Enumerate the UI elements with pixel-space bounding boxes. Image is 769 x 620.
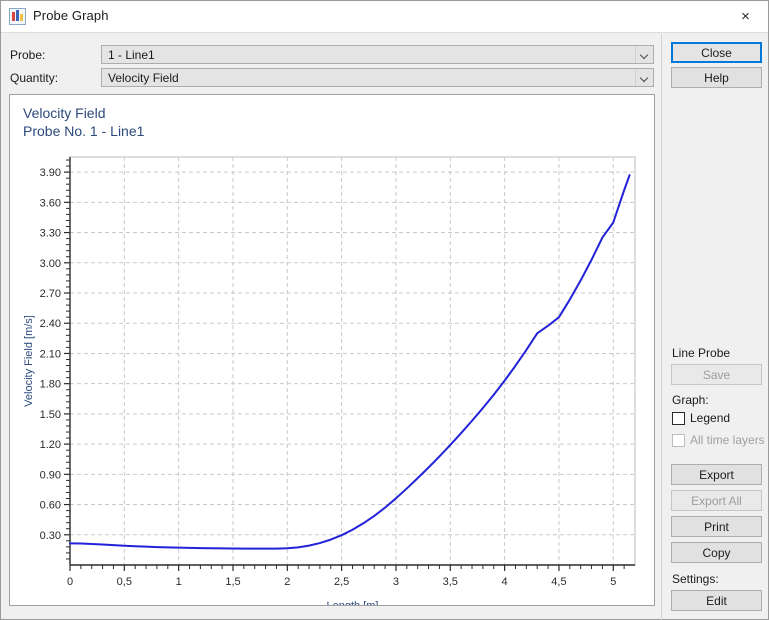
svg-text:2.70: 2.70 [40, 288, 61, 300]
svg-text:3.60: 3.60 [40, 197, 61, 209]
checkbox-box [672, 433, 685, 447]
help-button[interactable]: Help [671, 67, 762, 88]
export-button[interactable]: Export [671, 464, 762, 485]
export-all-button[interactable]: Export All [671, 490, 762, 511]
graph-label: Graph: [672, 393, 709, 407]
side-panel: Close Help Line Probe Save Graph: Legend… [661, 34, 769, 620]
svg-text:0.90: 0.90 [40, 469, 61, 481]
all-time-layers-checkbox[interactable]: All time layers [672, 433, 765, 447]
svg-text:1.20: 1.20 [40, 439, 61, 451]
probe-label: Probe: [10, 48, 46, 62]
svg-text:2.10: 2.10 [40, 348, 61, 360]
probe-plot: 0.30 0.60 0.90 1.20 1.50 1.80 2.10 2.40 2.70 3.00… [23, 156, 636, 605]
close-icon[interactable]: × [723, 1, 768, 31]
checkbox-box [672, 411, 685, 425]
chart-panel: Velocity Field Probe No. 1 - Line1 0.30 0… [9, 94, 655, 606]
svg-text:1.80: 1.80 [40, 379, 61, 391]
svg-text:3: 3 [393, 576, 399, 588]
svg-text:0.30: 0.30 [40, 530, 61, 542]
svg-text:5: 5 [610, 576, 616, 588]
all-time-layers-label: All time layers [690, 433, 765, 447]
quantity-select-value: Velocity Field [108, 70, 179, 85]
svg-text:Velocity Field [m/s]: Velocity Field [m/s] [23, 315, 35, 407]
title-bar: Probe Graph × [1, 1, 768, 33]
svg-text:2: 2 [284, 576, 290, 588]
copy-button[interactable]: Copy [671, 542, 762, 563]
svg-text:1.50: 1.50 [40, 409, 61, 421]
svg-text:0.60: 0.60 [40, 500, 61, 512]
svg-text:2,5: 2,5 [334, 576, 349, 588]
close-button[interactable]: Close [671, 42, 762, 63]
probe-select-value: 1 - Line1 [108, 47, 155, 62]
svg-text:Length [m]: Length [m] [327, 600, 379, 605]
chevron-down-icon[interactable] [635, 69, 653, 86]
svg-text:3,5: 3,5 [443, 576, 458, 588]
svg-text:3.90: 3.90 [40, 167, 61, 179]
probe-graph-dialog: Probe Graph × Probe: 1 - Line1 Quantity:… [0, 0, 769, 620]
svg-text:4: 4 [502, 576, 508, 588]
edit-button[interactable]: Edit [671, 590, 762, 611]
svg-text:0: 0 [67, 576, 73, 588]
legend-checkbox[interactable]: Legend [672, 411, 730, 425]
quantity-select[interactable]: Velocity Field [101, 68, 654, 87]
svg-text:4,5: 4,5 [551, 576, 566, 588]
save-button[interactable]: Save [671, 364, 762, 385]
print-button[interactable]: Print [671, 516, 762, 537]
chevron-down-icon[interactable] [635, 46, 653, 63]
svg-text:3.30: 3.30 [40, 228, 61, 240]
line-probe-label: Line Probe [672, 346, 731, 360]
svg-text:0,5: 0,5 [117, 576, 132, 588]
svg-text:1: 1 [176, 576, 182, 588]
settings-label: Settings: [672, 572, 719, 586]
svg-text:3.00: 3.00 [40, 258, 61, 270]
legend-label: Legend [690, 411, 731, 425]
quantity-label: Quantity: [10, 71, 59, 85]
chart-icon [9, 8, 26, 25]
svg-text:1,5: 1,5 [225, 576, 240, 588]
svg-text:2.40: 2.40 [40, 318, 61, 330]
window-title: Probe Graph [33, 8, 109, 23]
probe-select[interactable]: 1 - Line1 [101, 45, 654, 64]
